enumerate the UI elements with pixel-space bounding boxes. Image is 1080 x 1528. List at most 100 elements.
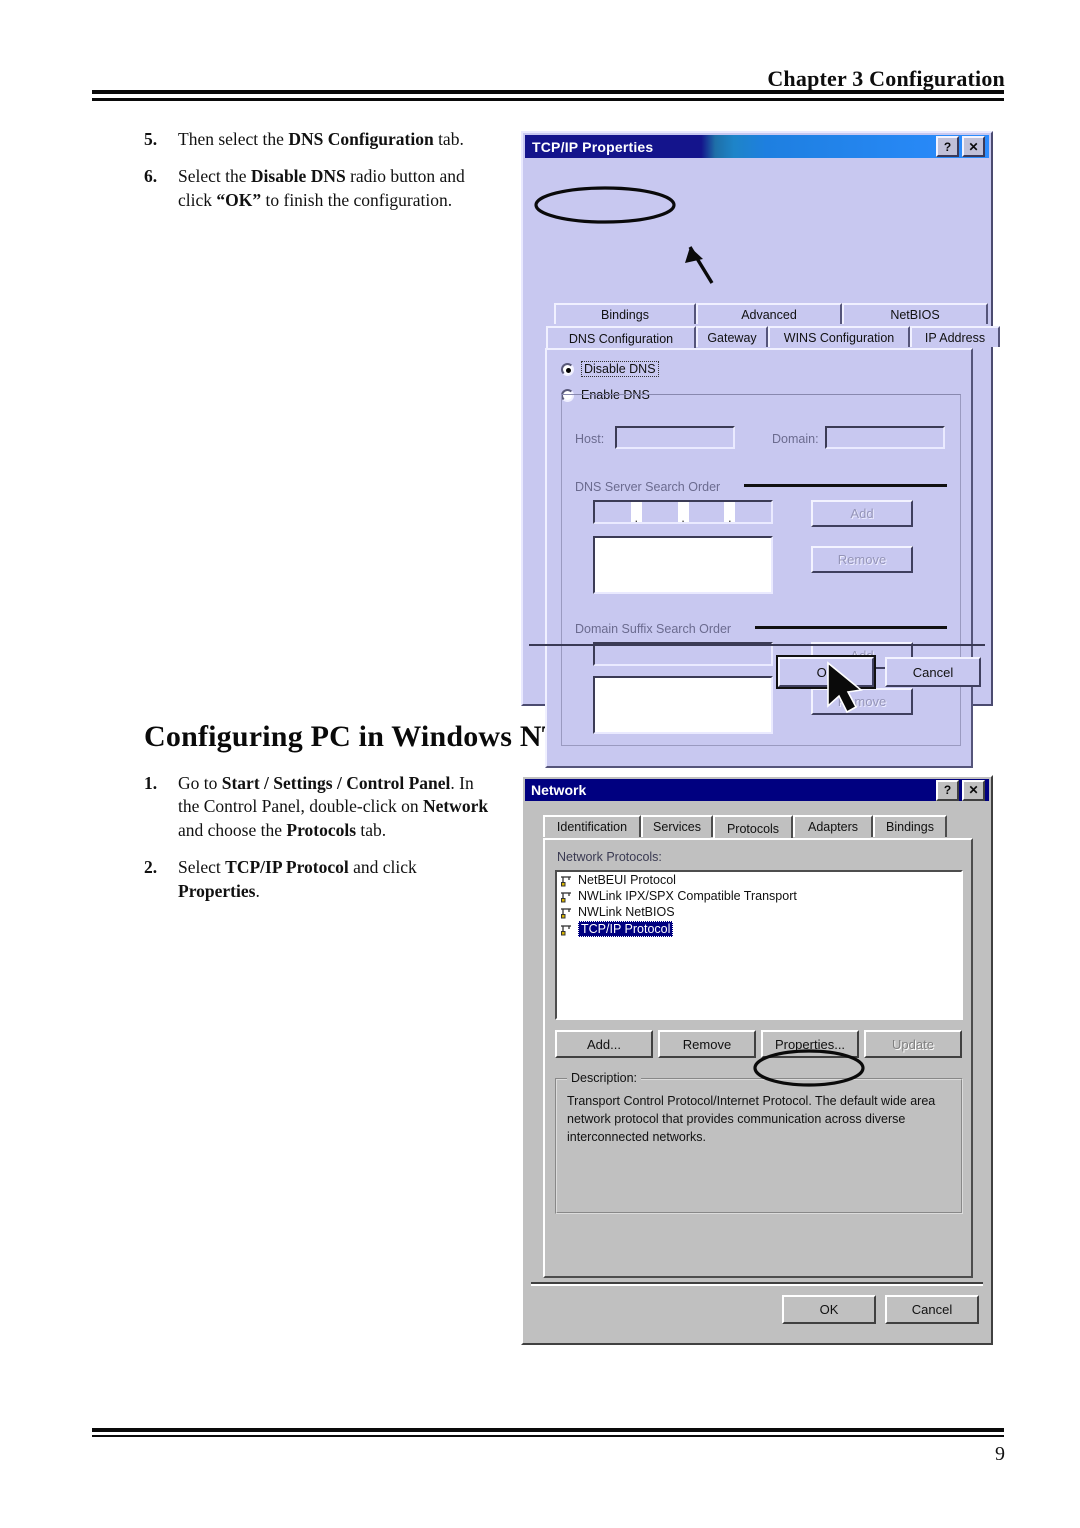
close-icon[interactable]: ✕ bbox=[962, 136, 985, 157]
tcpip-tabs-row-1: Bindings Advanced NetBIOS bbox=[554, 303, 988, 324]
ip-separator: . bbox=[630, 502, 642, 524]
step-text: Go to Start / Settings / Control Panel. … bbox=[178, 773, 489, 840]
tcpip-tab-pane: Disable DNS Enable DNS Host: Domain: DNS… bbox=[545, 348, 973, 768]
tcpip-titlebar: TCP/IP Properties ? ✕ bbox=[525, 135, 989, 158]
protocol-icon bbox=[560, 923, 573, 936]
step-number: 2. bbox=[144, 857, 158, 878]
list-item[interactable]: NWLink NetBIOS bbox=[557, 904, 961, 920]
network-protocols-label: Network Protocols: bbox=[557, 850, 662, 864]
tab-netbios[interactable]: NetBIOS bbox=[842, 303, 988, 324]
step-number: 5. bbox=[144, 129, 158, 149]
suffix-list[interactable] bbox=[593, 676, 773, 734]
tcpip-tabs-row-2: DNS Configuration Gateway WINS Configurati… bbox=[546, 326, 1000, 350]
list-item-label: NetBEUI Protocol bbox=[578, 873, 676, 887]
step-text: Select the Disable DNS radio button and … bbox=[178, 166, 465, 210]
instruction-list-dns: 5. Then select the DNS Configuration tab.… bbox=[144, 128, 494, 226]
close-icon[interactable]: ✕ bbox=[962, 779, 985, 801]
tcpip-titlebar-buttons: ? ✕ bbox=[936, 136, 989, 157]
tab-identification[interactable]: Identification bbox=[543, 815, 641, 837]
dns-server-ip-input[interactable]: . . . bbox=[593, 500, 773, 524]
document-page: Chapter 3 Configuration 5. Then select th… bbox=[0, 0, 1080, 1528]
tab-wins-configuration[interactable]: WINS Configuration bbox=[768, 326, 910, 347]
update-button[interactable]: Update bbox=[864, 1030, 962, 1058]
ip-octet-2[interactable] bbox=[641, 502, 678, 522]
tcpip-title: TCP/IP Properties bbox=[532, 138, 654, 155]
network-tabs: Identification Services Protocols Adapters B… bbox=[543, 815, 947, 840]
radio-disable-dns-label: Disable DNS bbox=[581, 361, 659, 377]
radio-disable-dns[interactable]: Disable DNS bbox=[561, 361, 659, 377]
step-number: 6. bbox=[144, 166, 158, 187]
protocol-icon bbox=[560, 874, 573, 887]
domain-label: Domain: bbox=[772, 432, 819, 446]
network-title: Network bbox=[531, 782, 587, 798]
tab-protocols[interactable]: Protocols bbox=[713, 815, 793, 840]
host-input[interactable] bbox=[615, 426, 735, 449]
tab-advanced[interactable]: Advanced bbox=[696, 303, 842, 324]
header-rule-upper bbox=[92, 90, 1004, 94]
list-item-label: TCP/IP Protocol bbox=[578, 921, 674, 937]
help-icon[interactable]: ? bbox=[936, 136, 959, 157]
network-protocols-list[interactable]: NetBEUI Protocol NWLink IPX/SPX Compatibl… bbox=[555, 870, 963, 1020]
suffix-search-order-rule bbox=[755, 626, 947, 629]
list-item[interactable]: TCP/IP Protocol bbox=[557, 920, 961, 938]
radio-disable-dns-indicator bbox=[561, 362, 574, 376]
ip-octet-1[interactable] bbox=[595, 502, 631, 522]
header-rule-lower bbox=[92, 98, 1004, 101]
tab-bindings[interactable]: Bindings bbox=[873, 815, 947, 837]
description-label: Description: bbox=[567, 1071, 641, 1085]
ip-separator: . bbox=[724, 502, 736, 524]
list-item[interactable]: NetBEUI Protocol bbox=[557, 872, 961, 888]
network-footer-separator-highlight bbox=[531, 1284, 983, 1286]
suffix-search-order-label: Domain Suffix Search Order bbox=[575, 622, 732, 636]
tab-gateway[interactable]: Gateway bbox=[696, 326, 768, 347]
list-item[interactable]: NWLink IPX/SPX Compatible Transport bbox=[557, 888, 961, 904]
tab-services[interactable]: Services bbox=[641, 815, 713, 837]
list-item-label: NWLink IPX/SPX Compatible Transport bbox=[578, 889, 797, 903]
tab-ip-address[interactable]: IP Address bbox=[910, 326, 1000, 347]
dns-search-order-rule bbox=[744, 484, 947, 487]
tab-adapters[interactable]: Adapters bbox=[793, 815, 873, 837]
add-button[interactable]: Add... bbox=[555, 1030, 653, 1058]
suffix-remove-button[interactable]: Remove bbox=[811, 688, 913, 715]
dns-add-button[interactable]: Add bbox=[811, 500, 913, 527]
instruction-step: 1. Go to Start / Settings / Control Panel… bbox=[144, 772, 489, 842]
step-text: Then select the DNS Configuration tab. bbox=[178, 129, 464, 149]
instruction-list-nt: 1. Go to Start / Settings / Control Panel… bbox=[144, 772, 489, 917]
protocol-icon bbox=[560, 906, 573, 919]
network-ok-button[interactable]: OK bbox=[782, 1295, 876, 1324]
footer-rule-lower bbox=[92, 1435, 1004, 1437]
tab-dns-configuration[interactable]: DNS Configuration bbox=[546, 326, 696, 350]
help-icon[interactable]: ? bbox=[936, 779, 959, 801]
tab-bindings[interactable]: Bindings bbox=[554, 303, 696, 324]
description-text: Transport Control Protocol/Internet Prot… bbox=[567, 1094, 936, 1145]
domain-input[interactable] bbox=[825, 426, 945, 449]
network-titlebar-buttons: ? ✕ bbox=[936, 779, 989, 801]
instruction-step: 6. Select the Disable DNS radio button an… bbox=[144, 165, 494, 212]
network-dialog: Network ? ✕ Identification Services Protoc… bbox=[521, 775, 993, 1345]
remove-button[interactable]: Remove bbox=[658, 1030, 756, 1058]
list-item-label: NWLink NetBIOS bbox=[578, 905, 675, 919]
tcpip-footer-separator bbox=[529, 644, 985, 646]
protocol-icon bbox=[560, 890, 573, 903]
dns-search-order-label: DNS Server Search Order bbox=[575, 480, 721, 494]
tcpip-properties-dialog: TCP/IP Properties ? ✕ Bindings Advanced Ne… bbox=[521, 131, 1000, 768]
instruction-step: 2. Select TCP/IP Protocol and click Prope… bbox=[144, 856, 489, 903]
network-cancel-button[interactable]: Cancel bbox=[885, 1295, 979, 1324]
step-number: 1. bbox=[144, 773, 158, 793]
page-header-chapter: Chapter 3 Configuration bbox=[767, 66, 1005, 91]
footer-rule-upper bbox=[92, 1428, 1004, 1432]
ip-separator: . bbox=[677, 502, 689, 524]
instruction-step: 5. Then select the DNS Configuration tab. bbox=[144, 128, 494, 151]
ip-octet-3[interactable] bbox=[688, 502, 725, 522]
properties-button[interactable]: Properties... bbox=[761, 1030, 859, 1058]
dns-server-list[interactable] bbox=[593, 536, 773, 594]
tcpip-cancel-button[interactable]: Cancel bbox=[885, 657, 981, 687]
dns-remove-button[interactable]: Remove bbox=[811, 546, 913, 573]
ip-octet-4[interactable] bbox=[735, 502, 771, 522]
step-text: Select TCP/IP Protocol and click Propert… bbox=[178, 857, 417, 901]
network-titlebar: Network ? ✕ bbox=[525, 779, 989, 801]
network-tab-pane: Network Protocols: NetBEUI Protocol NWLin… bbox=[543, 838, 973, 1278]
page-number: 9 bbox=[995, 1443, 1005, 1465]
tcpip-ok-button[interactable]: OK bbox=[778, 657, 874, 687]
host-label: Host: bbox=[575, 432, 605, 446]
